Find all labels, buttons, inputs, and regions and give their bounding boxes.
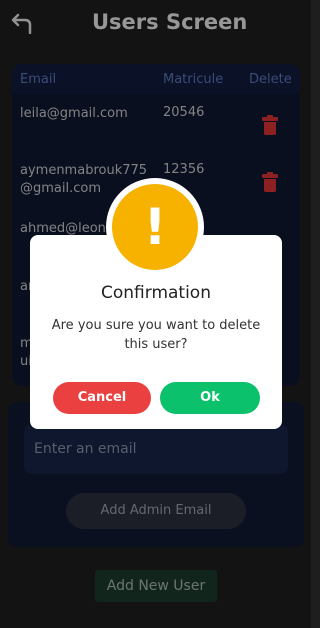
warning-badge: ! [106,178,204,276]
warning-icon: ! [112,184,198,270]
dialog-title: Confirmation [101,283,211,303]
dialog-message: Are you sure you want to delete this use… [51,318,261,352]
cancel-button[interactable]: Cancel [53,382,151,414]
ok-button[interactable]: Ok [160,382,260,414]
